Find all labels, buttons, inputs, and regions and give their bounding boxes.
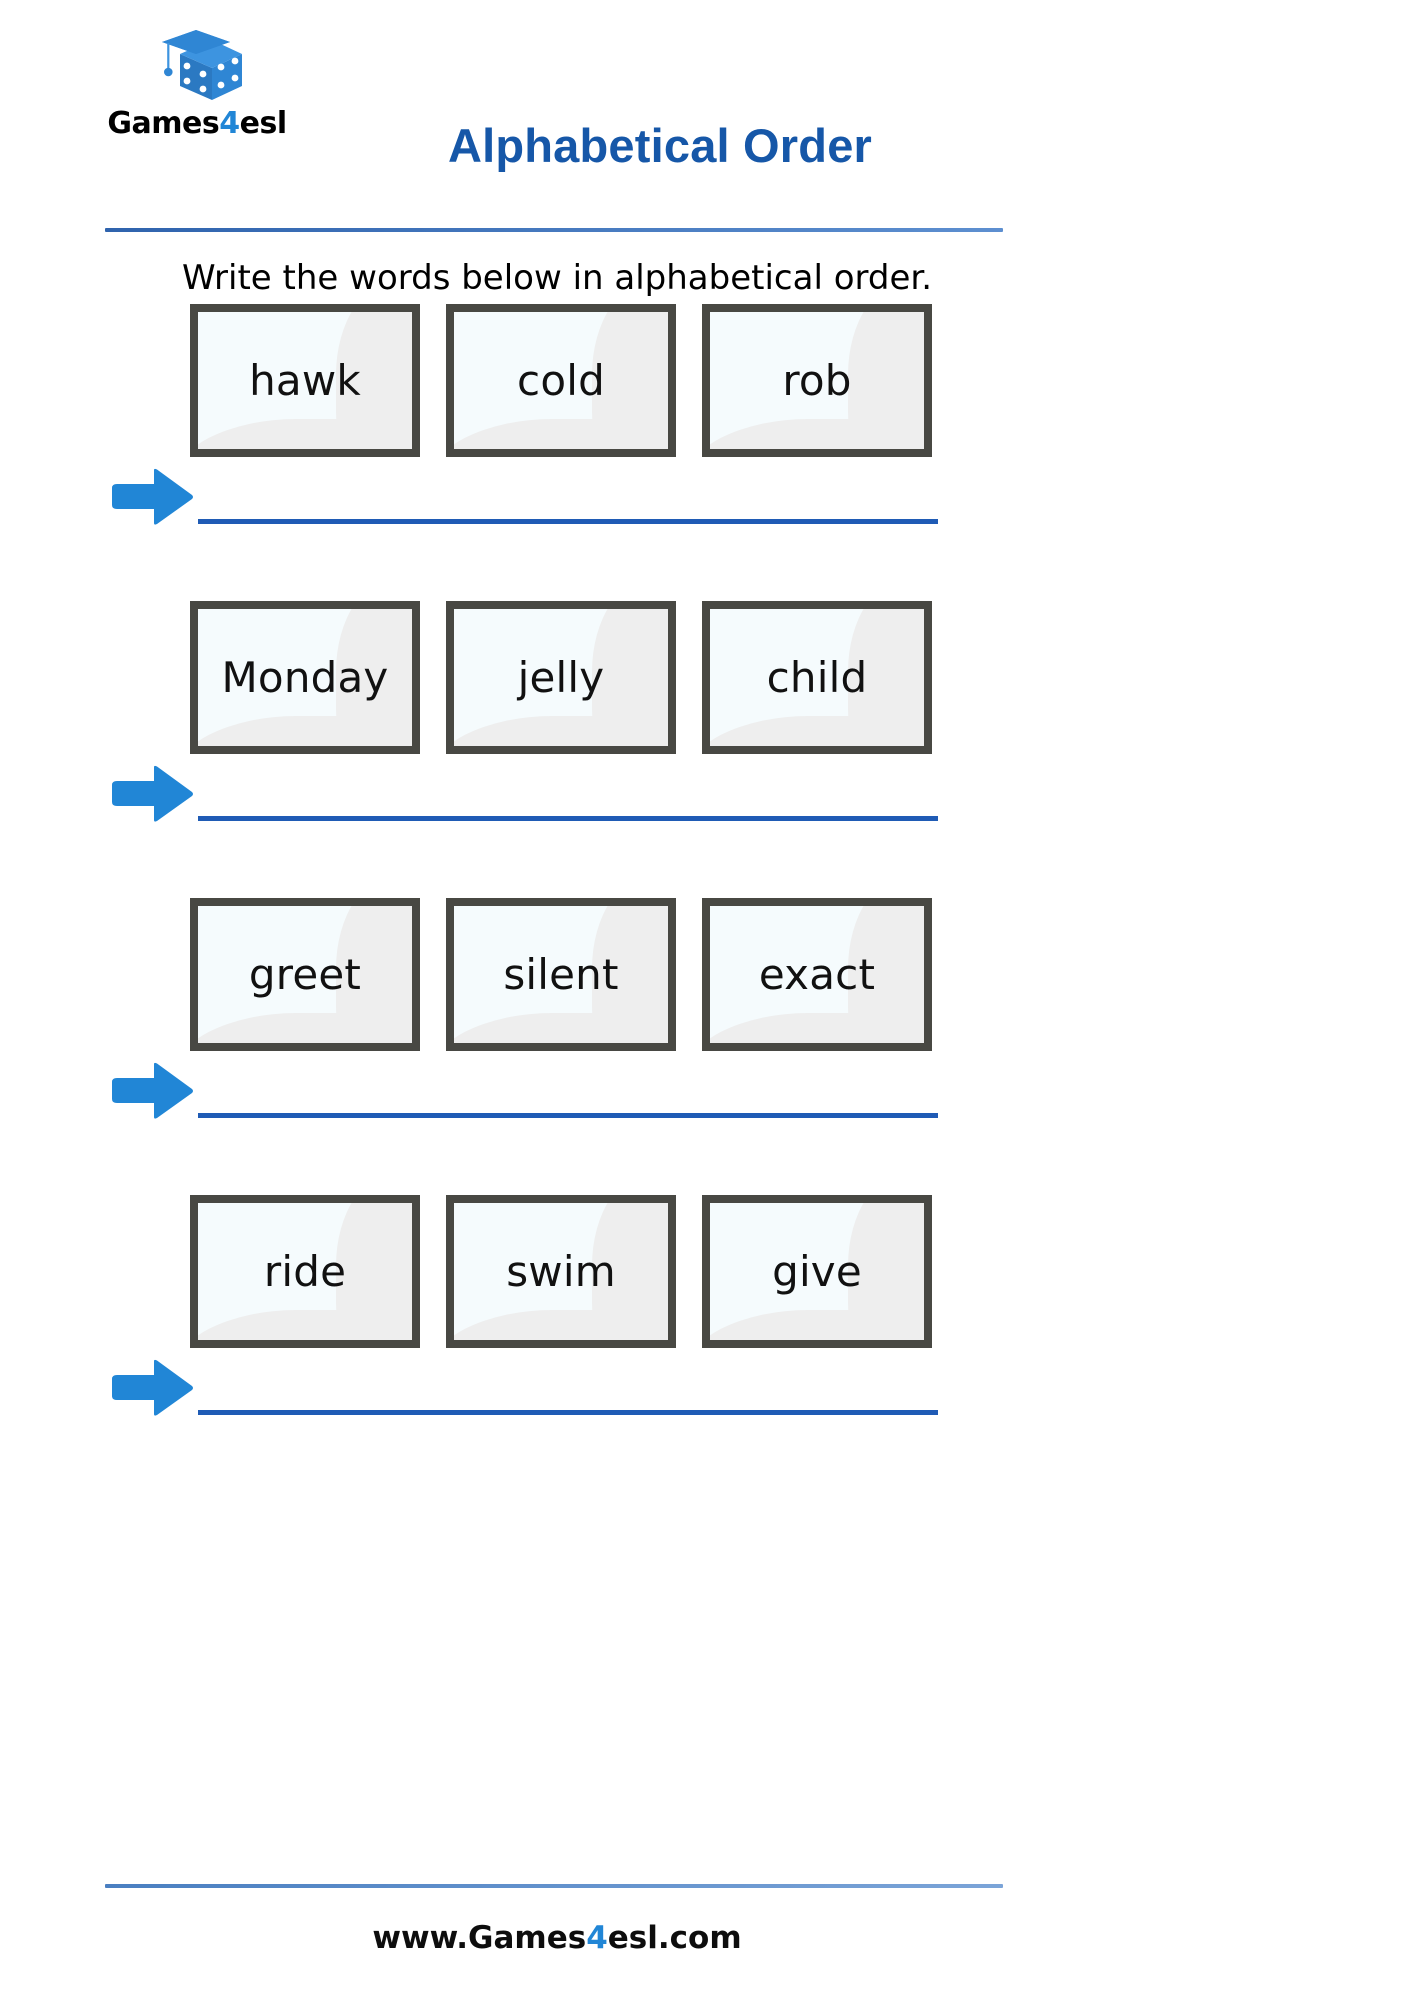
answer-area-4	[0, 1348, 1414, 1423]
word-box[interactable]: hawk	[190, 304, 420, 457]
word-label: rob	[782, 356, 852, 405]
answer-area-3	[0, 1051, 1414, 1126]
word-box[interactable]: give	[702, 1195, 932, 1348]
word-label: swim	[506, 1247, 616, 1296]
footer-divider	[105, 1884, 1003, 1888]
word-label: ride	[263, 1247, 347, 1296]
word-label: silent	[503, 950, 619, 999]
word-box[interactable]: ride	[190, 1195, 420, 1348]
right-arrow-icon	[110, 765, 194, 823]
word-box[interactable]: greet	[190, 898, 420, 1051]
word-box[interactable]: exact	[702, 898, 932, 1051]
right-arrow-icon	[110, 1062, 194, 1120]
answer-area-2	[0, 754, 1414, 829]
word-label: exact	[758, 950, 876, 999]
answer-line[interactable]	[198, 816, 938, 821]
footer-website-text: www.Games4esl.com	[107, 1920, 1007, 1956]
word-box[interactable]: rob	[702, 304, 932, 457]
answer-area-1	[0, 457, 1414, 532]
word-label: give	[772, 1247, 862, 1296]
answer-line[interactable]	[198, 1113, 938, 1118]
word-box[interactable]: child	[702, 601, 932, 754]
word-box-group-2: Monday jelly child	[190, 601, 940, 754]
answer-line[interactable]	[198, 519, 938, 524]
footer-text-after: esl.com	[607, 1920, 742, 1956]
right-arrow-icon	[110, 1359, 194, 1417]
word-box[interactable]: jelly	[446, 601, 676, 754]
word-label: jelly	[517, 653, 605, 702]
word-box[interactable]: swim	[446, 1195, 676, 1348]
word-box-group-1: hawk cold rob	[190, 304, 940, 457]
word-box-group-3: greet silent exact	[190, 898, 940, 1051]
exercise-list: hawk cold rob Monday jelly child greet s…	[0, 0, 1414, 2000]
word-label: cold	[517, 356, 605, 405]
word-label: child	[766, 653, 868, 702]
footer-text-before: www.Games	[372, 1920, 587, 1956]
word-label: greet	[248, 950, 362, 999]
word-label: hawk	[249, 356, 361, 405]
word-box[interactable]: cold	[446, 304, 676, 457]
footer-text-accent: 4	[586, 1920, 608, 1956]
word-box-group-4: ride swim give	[190, 1195, 940, 1348]
word-box[interactable]: silent	[446, 898, 676, 1051]
word-label: Monday	[221, 653, 389, 702]
right-arrow-icon	[110, 468, 194, 526]
word-box[interactable]: Monday	[190, 601, 420, 754]
worksheet-page: Games4esl Alphabetical Order Write the w…	[0, 0, 1414, 2000]
answer-line[interactable]	[198, 1410, 938, 1415]
